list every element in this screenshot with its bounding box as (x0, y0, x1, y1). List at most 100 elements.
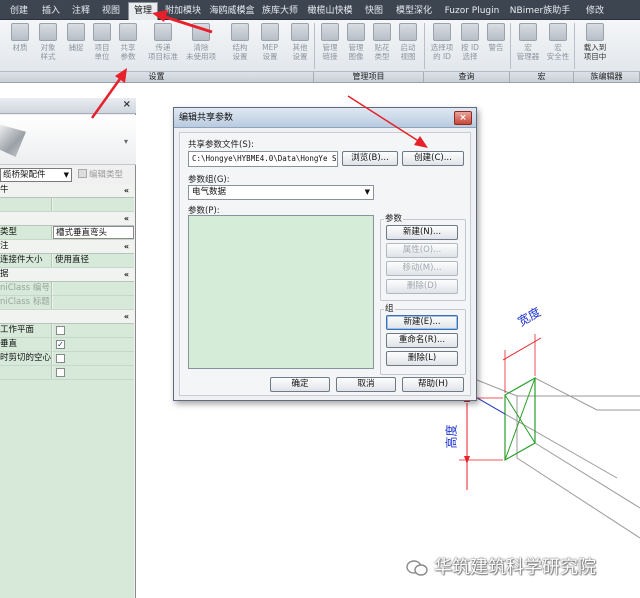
warnings-button[interactable]: 警告 (484, 23, 508, 69)
dialog-title-bar[interactable]: 编辑共享参数 × (174, 108, 476, 128)
property-row-connector-size[interactable]: 连接件大小 使用直径 (0, 254, 134, 268)
tab-view[interactable]: 视图 (98, 4, 124, 19)
tab-addins[interactable]: 附加模块 (162, 4, 204, 19)
panel-settings-title[interactable]: 设置 (0, 71, 314, 82)
tab-fuzor[interactable]: Fuzor Plugin (440, 4, 504, 19)
project-units-button[interactable]: 项目 单位 (90, 23, 114, 69)
additional-settings-icon (291, 23, 309, 41)
property-group-header[interactable]: 牛 « (0, 184, 134, 198)
new-group-button[interactable]: 新建(E)... (386, 315, 458, 330)
tab-family-master[interactable]: 族库大师 (260, 4, 300, 19)
vertical-checkbox[interactable]: ✓ (56, 340, 65, 349)
ribbon-tab-bar: 创建 插入 注释 视图 管理 附加模块 海鸥威模盒 族库大师 橄榄山快模 快图 … (0, 0, 640, 20)
ribbon-separator (510, 23, 511, 69)
property-row[interactable] (0, 198, 134, 212)
dialog-title: 编辑共享参数 (179, 113, 234, 123)
tab-create[interactable]: 创建 (4, 4, 34, 19)
palette-close-icon[interactable]: × (123, 99, 131, 110)
tab-haiou[interactable]: 海鸥威模盒 (208, 4, 256, 19)
edit-type-button[interactable]: 编辑类型 (78, 168, 134, 182)
property-group-header[interactable]: « (0, 212, 134, 226)
collapse-icon[interactable]: « (124, 268, 129, 281)
transfer-standards-icon (154, 23, 172, 41)
tab-annotate[interactable]: 注释 (68, 4, 94, 19)
cut-voids-checkbox[interactable] (56, 354, 65, 363)
ids-of-selection-icon (433, 23, 451, 41)
panel-macro-title[interactable]: 宏 (510, 71, 574, 82)
new-parameter-button[interactable]: 新建(N)... (386, 225, 458, 240)
type-value-field[interactable]: 槽式垂直弯头 (53, 226, 134, 239)
property-row-omniclass-title[interactable]: niClass 标题 (0, 296, 134, 310)
decal-types-icon (373, 23, 391, 41)
decal-types-button[interactable]: 贴花 类型 (370, 23, 394, 69)
shared-parameters-button[interactable]: 共享 参数 (116, 23, 140, 69)
select-by-id-button[interactable]: 按 ID 选择 (458, 23, 482, 69)
help-button[interactable]: 帮助(H) (402, 377, 464, 392)
height-dimension-label[interactable]: 高度 (443, 424, 460, 448)
parameter-group-select[interactable]: 电气数据 ▼ (188, 185, 374, 200)
panel-project-title[interactable]: 管理项目 (314, 71, 424, 82)
transfer-standards-button[interactable]: 传递 项目标准 (146, 23, 180, 69)
materials-button[interactable]: 材质 (8, 23, 32, 69)
property-row[interactable] (0, 366, 134, 380)
rename-group-button[interactable]: 重命名(R)... (386, 333, 458, 348)
tab-ganlanshan[interactable]: 橄榄山快模 (304, 4, 356, 19)
shared-parameters-icon (119, 23, 137, 41)
purge-unused-button[interactable]: 清除 未使用项 (182, 23, 220, 69)
property-row-work-plane[interactable]: 工作平面 (0, 324, 134, 338)
property-row-vertical[interactable]: 垂直 ✓ (0, 338, 134, 352)
mep-settings-button[interactable]: MEP 设置 (258, 23, 282, 69)
chevron-down-icon: ▼ (63, 171, 69, 179)
tab-modify[interactable]: 修改 (578, 4, 612, 19)
collapse-icon[interactable]: « (124, 310, 129, 323)
manage-images-button[interactable]: 管理 图像 (344, 23, 368, 69)
property-checkbox[interactable] (56, 368, 65, 377)
cancel-button[interactable]: 取消 (336, 377, 396, 392)
additional-settings-button[interactable]: 其他 设置 (288, 23, 312, 69)
tab-model-deepen[interactable]: 模型深化 (392, 4, 436, 19)
warnings-icon (487, 23, 505, 41)
ok-button[interactable]: 确定 (270, 377, 330, 392)
tab-manage[interactable]: 管理 (128, 2, 158, 20)
parameter-properties-button[interactable]: 属性(O)... (386, 243, 458, 258)
tab-nbimer[interactable]: NBimer族助手 (508, 4, 572, 19)
collapse-icon[interactable]: « (124, 212, 129, 225)
property-group-header[interactable]: 注 « (0, 240, 134, 254)
select-by-id-icon (461, 23, 479, 41)
properties-grid: 牛 « « 类型 槽式垂直弯头 注 « 连接件大小 使用直径 据 « niClass 编号… (0, 184, 134, 380)
shared-parameter-file-path[interactable]: C:\Hongye\HYBME4.0\Data\HongYe Sh (188, 151, 338, 167)
starting-view-button[interactable]: 启动 视图 (396, 23, 420, 69)
property-group-header[interactable]: « (0, 310, 134, 324)
property-row-omniclass-number[interactable]: niClass 编号 (0, 282, 134, 296)
macro-manager-button[interactable]: 宏 管理器 (514, 23, 542, 69)
ids-of-selection-button[interactable]: 选择项 的 ID (428, 23, 456, 69)
property-row-cut-voids[interactable]: 时剪切的空心 (0, 352, 134, 366)
panel-family-editor-title[interactable]: 族编辑器 (574, 71, 640, 82)
load-into-project-button[interactable]: 载入到 项目中 (580, 23, 610, 69)
macro-security-icon (549, 23, 567, 41)
tab-kuaitu[interactable]: 快图 (360, 4, 388, 19)
type-selector[interactable]: 缆桥架配件 ▼ (0, 168, 72, 182)
delete-parameter-button[interactable]: 删除(D) (386, 279, 458, 294)
browse-button[interactable]: 浏览(B)... (342, 151, 398, 166)
property-row-type[interactable]: 类型 槽式垂直弯头 (0, 226, 134, 240)
collapse-icon[interactable]: « (124, 240, 129, 253)
object-styles-button[interactable]: 对象 样式 (36, 23, 60, 69)
close-icon[interactable]: × (454, 111, 472, 125)
manage-links-button[interactable]: 管理 链接 (318, 23, 342, 69)
structural-settings-button[interactable]: 结构 设置 (228, 23, 252, 69)
move-parameter-button[interactable]: 移动(M)... (386, 261, 458, 276)
property-group-header[interactable]: 据 « (0, 268, 134, 282)
properties-palette-header[interactable]: × (0, 98, 136, 114)
macro-security-button[interactable]: 宏 安全性 (544, 23, 572, 69)
parameters-list[interactable] (188, 215, 374, 369)
create-button[interactable]: 创建(C)... (402, 151, 464, 166)
materials-icon (11, 23, 29, 41)
snaps-button[interactable]: 捕捉 (64, 23, 88, 69)
work-plane-checkbox[interactable] (56, 326, 65, 335)
preview-scroll-icon[interactable]: ▾ (124, 137, 128, 146)
panel-inquiry-title[interactable]: 查询 (424, 71, 510, 82)
tab-insert[interactable]: 插入 (38, 4, 64, 19)
collapse-icon[interactable]: « (124, 184, 129, 197)
delete-group-button[interactable]: 删除(L) (386, 351, 458, 366)
